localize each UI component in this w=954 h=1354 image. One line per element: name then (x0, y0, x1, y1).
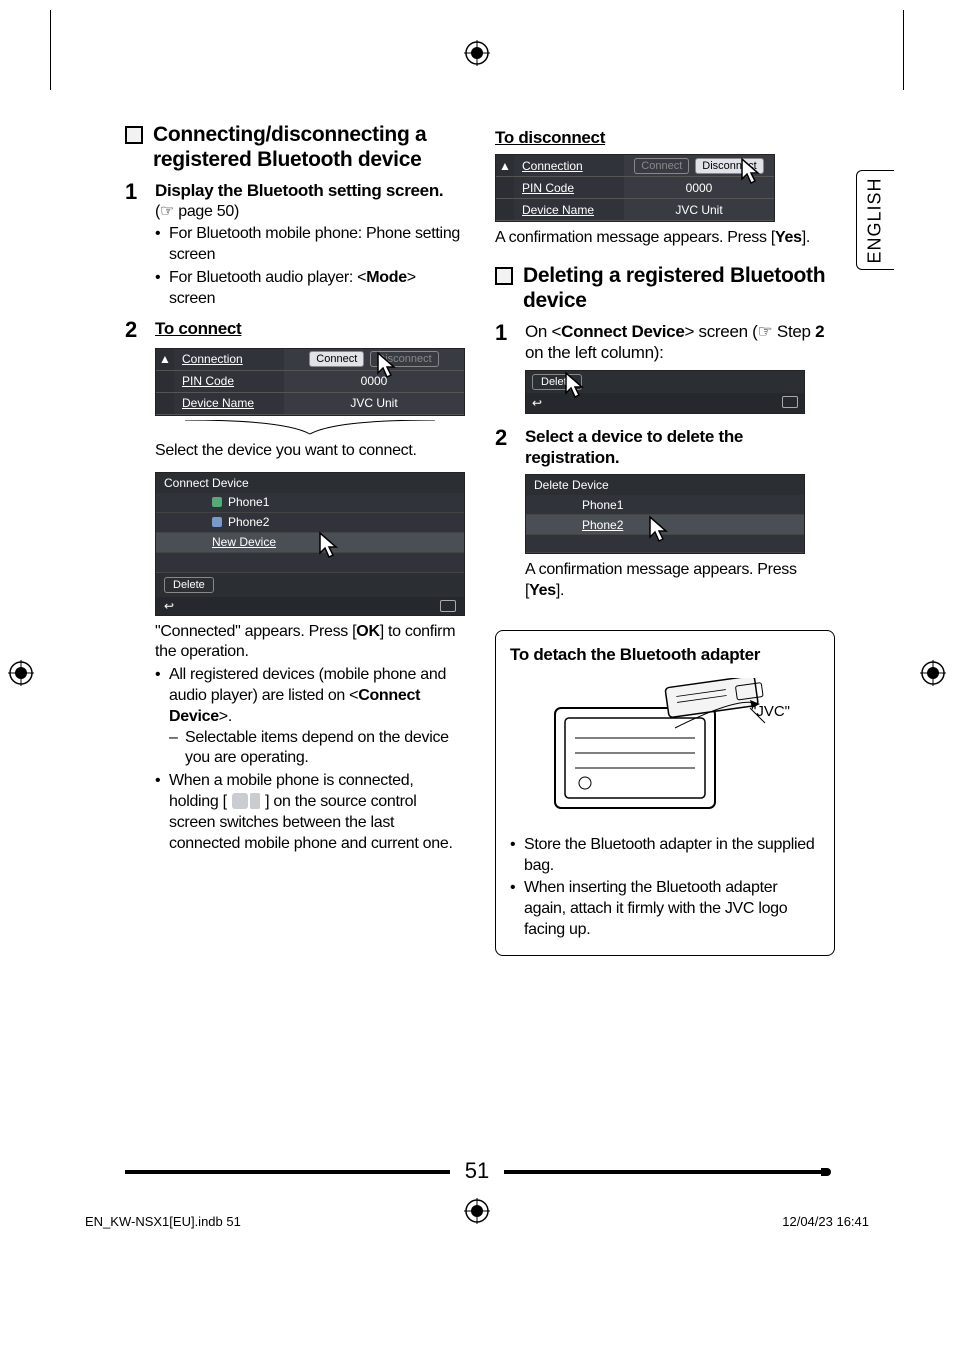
pointer-cursor-icon (562, 371, 592, 401)
step-title: To connect (155, 318, 241, 339)
section-title: Connecting/disconnecting a registered Bl… (153, 122, 465, 172)
instruction-text: "Connected" appears. Press [OK] to confi… (155, 622, 465, 664)
section-heading-deleting: Deleting a registered Bluetooth device (495, 263, 835, 313)
detach-figure: "JVC" (510, 673, 820, 833)
instruction-text: A confirmation message appears. Press [Y… (495, 228, 835, 249)
crop-mark (50, 10, 51, 90)
jvc-label: "JVC" (751, 703, 790, 720)
ui-row-label: Device Name (174, 393, 284, 414)
phone-icon (212, 497, 222, 507)
device-list-item[interactable]: Phone1 (526, 495, 804, 515)
step-number: 1 (125, 180, 143, 204)
page-number: 51 (465, 1158, 489, 1184)
ui-row-label: Connection (514, 155, 624, 176)
bullet: Store the Bluetooth adapter in the suppl… (510, 835, 820, 877)
back-icon[interactable]: ↩ (532, 396, 542, 410)
registration-mark-top (464, 40, 490, 66)
detach-adapter-box: To detach the Bluetooth adapter (495, 630, 835, 956)
signal-icon (250, 793, 260, 809)
ui-row-label: Device Name (514, 199, 624, 220)
connect-button[interactable]: Connect (309, 351, 364, 367)
ui-panel-delete-strip: Delete ↩ (525, 370, 805, 414)
page-number-bar: 51 (125, 1168, 829, 1174)
ui-panel-connection-connect: ▲ Connection ConnectDisconnect PIN Code … (155, 348, 465, 416)
nav-icon[interactable] (440, 600, 456, 612)
scroll-up-icon: ▲ (156, 349, 174, 370)
step-1: 1 On <Connect Device> screen (☞ Step 2 o… (495, 321, 835, 364)
pointer-cursor-icon (646, 515, 676, 545)
bullet: For Bluetooth mobile phone: Phone settin… (155, 224, 465, 266)
sub-bullet: Selectable items depend on the device yo… (169, 728, 465, 770)
bullet: All registered devices (mobile phone and… (155, 665, 465, 769)
step-number: 2 (495, 426, 513, 450)
subsection-title: To disconnect (495, 128, 835, 148)
bullet: When a mobile phone is connected, holdin… (155, 771, 465, 854)
step-title: Display the Bluetooth setting screen. (155, 180, 465, 201)
device-list-item[interactable]: Phone1 (156, 493, 464, 513)
instruction-text: A confirmation message appears. Press [Y… (525, 560, 835, 602)
step-number: 2 (125, 318, 143, 342)
ui-panel-connect-device: Connect Device Phone1 Phone2 New Device … (155, 472, 465, 616)
ui-panel-title: Delete Device (526, 475, 804, 495)
registration-mark-left (8, 660, 34, 686)
pointer-cursor-icon (316, 531, 346, 561)
section-marker-icon (495, 267, 513, 285)
step-text: On <Connect Device> screen (☞ Step 2 on … (525, 321, 835, 364)
bullet: For Bluetooth audio player: <Mode> scree… (155, 268, 465, 310)
pointer-cursor-icon (374, 351, 404, 381)
ui-row-label: PIN Code (514, 177, 624, 198)
detach-title: To detach the Bluetooth adapter (510, 645, 820, 665)
device-name-value: JVC Unit (284, 393, 464, 414)
language-label: ENGLISH (865, 177, 886, 263)
bullet: When inserting the Bluetooth adapter aga… (510, 878, 820, 940)
ui-panel-delete-device: Delete Device Phone1 Phone2 (525, 474, 805, 554)
section-heading-connecting: Connecting/disconnecting a registered Bl… (125, 122, 465, 172)
device-list-item[interactable]: Phone2 (156, 513, 464, 533)
audio-icon (212, 517, 222, 527)
step-1: 1 Display the Bluetooth setting screen. … (125, 180, 465, 311)
nav-icon[interactable] (782, 396, 798, 408)
delete-button[interactable]: Delete (164, 577, 214, 593)
ui-row-label: Connection (174, 349, 284, 370)
ui-panel-title: Connect Device (156, 473, 464, 493)
language-tab: ENGLISH (856, 170, 894, 270)
connect-button[interactable]: Connect (634, 158, 689, 174)
device-list-item-empty (156, 553, 464, 573)
section-title: Deleting a registered Bluetooth device (523, 263, 835, 313)
back-icon[interactable]: ↩ (164, 599, 174, 613)
footer-file: EN_KW-NSX1[EU].indb 51 (85, 1214, 241, 1229)
step-ref: (☞ page 50) (155, 202, 465, 223)
ui-row-label: PIN Code (174, 371, 284, 392)
crop-mark (903, 10, 904, 90)
ui-panel-connection-disconnect: ▲ Connection ConnectDisconnect PIN Code … (495, 154, 775, 222)
step-number: 1 (495, 321, 513, 345)
right-column: To disconnect ▲ Connection ConnectDiscon… (495, 122, 835, 956)
step-title: Select a device to delete the registrati… (525, 426, 835, 469)
device-name-value: JVC Unit (624, 199, 774, 220)
scroll-up-icon: ▲ (496, 155, 514, 176)
device-list-item-new[interactable]: New Device (156, 533, 464, 553)
step-2: 2 To connect (125, 318, 465, 342)
section-marker-icon (125, 126, 143, 144)
pointer-cursor-icon (738, 157, 768, 187)
left-column: Connecting/disconnecting a registered Bl… (125, 122, 465, 956)
step-2: 2 Select a device to delete the registra… (495, 426, 835, 469)
callout-arrow-icon (155, 420, 465, 441)
print-footer: EN_KW-NSX1[EU].indb 51 12/04/23 16:41 (85, 1214, 869, 1229)
bluetooth-icon (232, 793, 248, 809)
instruction-text: Select the device you want to connect. (155, 441, 465, 462)
footer-timestamp: 12/04/23 16:41 (782, 1214, 869, 1229)
registration-mark-right (920, 660, 946, 686)
